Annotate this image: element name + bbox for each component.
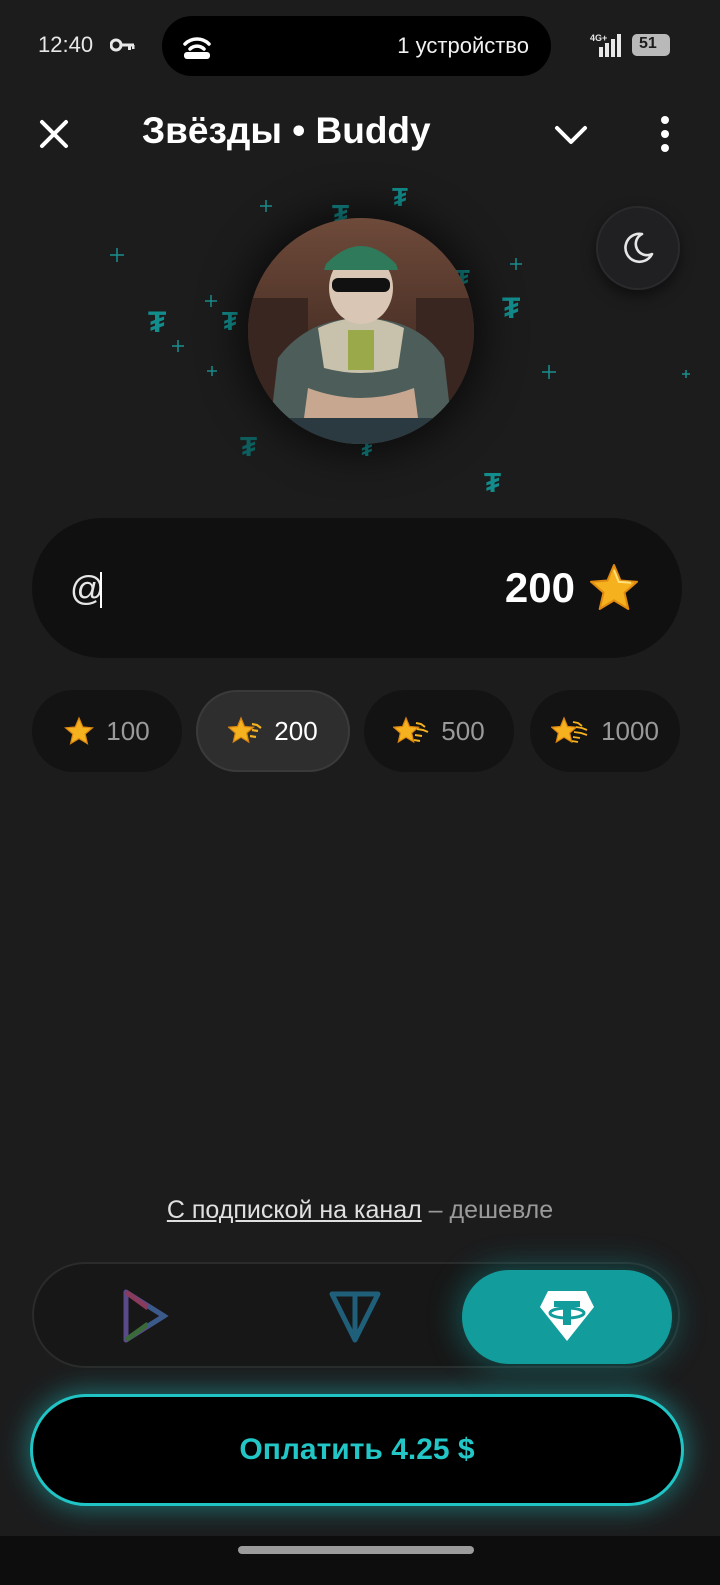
hotspot-icon	[183, 37, 211, 59]
system-nav-bar	[0, 1536, 720, 1585]
svg-text:₮: ₮	[484, 467, 501, 498]
home-indicator[interactable]	[238, 1546, 474, 1554]
chip-label: 100	[106, 715, 150, 746]
svg-text:₮: ₮	[148, 306, 166, 339]
svg-text:₮: ₮	[240, 431, 257, 462]
chip-label: 1000	[601, 715, 659, 746]
more-options-icon[interactable]	[650, 114, 680, 154]
battery-indicator: 51	[632, 34, 670, 56]
chip-label: 500	[441, 715, 485, 746]
chevron-down-icon[interactable]	[552, 118, 590, 152]
subscription-promo: С подпиской на канал – дешевле	[0, 1196, 720, 1225]
cellular-signal-icon: 4G+	[590, 33, 621, 57]
stars-pay-icon[interactable]	[118, 1286, 172, 1346]
moon-icon	[624, 232, 654, 264]
recipient-avatar	[248, 218, 474, 444]
chip-1000-stars[interactable]: 1000	[530, 690, 680, 772]
dynamic-island[interactable]: 1 устройство	[162, 16, 551, 76]
pay-button-label: Оплатить 4.25 $	[239, 1433, 475, 1466]
ton-icon[interactable]	[326, 1288, 384, 1346]
battery-level: 51	[639, 35, 657, 52]
star-icon	[590, 564, 638, 610]
chip-200-stars[interactable]: 200	[196, 690, 350, 772]
text-cursor	[100, 572, 102, 608]
vpn-key-icon	[110, 38, 135, 52]
triple-star-icon	[393, 716, 429, 744]
svg-text:₮: ₮	[392, 182, 408, 212]
theme-toggle-button[interactable]	[596, 206, 680, 290]
chip-label: 200	[274, 715, 318, 746]
svg-text:₮: ₮	[502, 292, 520, 325]
pay-button[interactable]: Оплатить 4.25 $	[30, 1394, 684, 1506]
subscription-link[interactable]: С подпиской на канал	[167, 1196, 422, 1224]
svg-text:4G+: 4G+	[590, 33, 607, 43]
recipient-amount-input[interactable]	[32, 518, 682, 658]
chip-500-stars[interactable]: 500	[364, 690, 514, 772]
device-count: 1 устройство	[397, 33, 529, 58]
tether-usdt-icon	[540, 1291, 594, 1341]
svg-text:₮: ₮	[222, 306, 238, 336]
star-amount: 200	[504, 564, 575, 611]
chip-100-stars[interactable]: 100	[32, 690, 182, 772]
status-time: 12:40	[38, 32, 94, 57]
double-star-icon	[228, 716, 262, 744]
close-button[interactable]	[34, 114, 74, 154]
star-icon	[64, 716, 95, 745]
multi-star-icon	[551, 716, 588, 744]
tether-option-selected[interactable]	[462, 1270, 672, 1364]
promo-suffix: – дешевле	[421, 1196, 554, 1224]
page-title: Звёзды • Buddy	[142, 110, 431, 151]
